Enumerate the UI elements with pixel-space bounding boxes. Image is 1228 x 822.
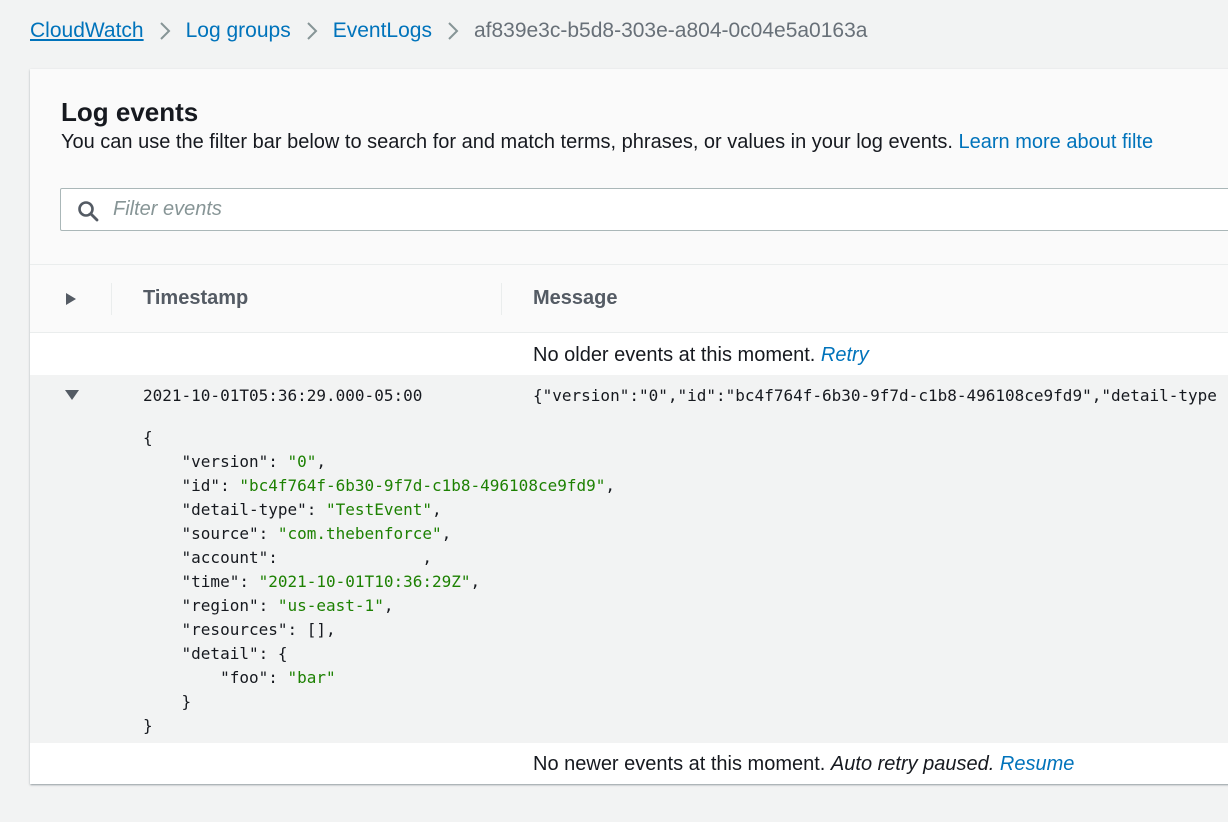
breadcrumb-log-stream: af839e3c-b5d8-303e-a804-0c04e5a0163a: [473, 19, 868, 42]
log-event-row[interactable]: 2021-10-01T05:36:29.000-05:00 {"version"…: [30, 375, 1228, 743]
page-title: Log events: [61, 97, 199, 127]
breadcrumb-log-groups[interactable]: Log groups: [186, 19, 291, 43]
table-header: Timestamp Message: [30, 264, 1228, 333]
newer-events-text: No newer events at this moment.: [533, 753, 831, 775]
event-timestamp: 2021-10-01T05:36:29.000-05:00: [143, 386, 423, 405]
breadcrumb-cloudwatch[interactable]: CloudWatch: [30, 19, 144, 43]
older-events-message: No older events at this moment. Retry: [533, 344, 869, 367]
caret-down-icon[interactable]: [64, 388, 80, 402]
column-header-timestamp[interactable]: Timestamp: [143, 287, 248, 310]
caret-right-icon[interactable]: [64, 291, 78, 307]
breadcrumb: CloudWatch Log groups EventLogs af839e3c…: [30, 16, 867, 46]
chevron-right-icon: [299, 21, 325, 41]
event-json-detail: { "version": "0", "id": "bc4f764f-6b30-9…: [143, 428, 616, 735]
newer-events-message: No newer events at this moment. Auto ret…: [533, 753, 1074, 776]
panel-description: You can use the filter bar below to sear…: [61, 131, 1153, 154]
column-divider[interactable]: [111, 283, 112, 315]
filter-bar[interactable]: [60, 188, 1228, 231]
retry-link[interactable]: Retry: [821, 344, 869, 366]
column-divider[interactable]: [501, 283, 502, 315]
newer-events-row: No newer events at this moment. Auto ret…: [30, 743, 1228, 784]
chevron-right-icon: [152, 21, 178, 41]
search-icon: [78, 201, 99, 222]
description-text: You can use the filter bar below to sear…: [61, 131, 959, 153]
chevron-right-icon: [440, 21, 466, 41]
older-events-text: No older events at this moment.: [533, 344, 821, 366]
column-header-message[interactable]: Message: [533, 287, 618, 310]
auto-retry-status: Auto retry paused.: [830, 753, 995, 775]
log-events-panel: Log events You can use the filter bar be…: [30, 69, 1228, 784]
panel-header: Log events You can use the filter bar be…: [30, 69, 1228, 264]
learn-more-link[interactable]: Learn more about filte: [959, 131, 1154, 153]
resume-link[interactable]: Resume: [1000, 753, 1074, 775]
older-events-row: No older events at this moment. Retry: [30, 333, 1228, 375]
event-message: {"version":"0","id":"bc4f764f-6b30-9f7d-…: [533, 386, 1217, 405]
filter-events-input[interactable]: [113, 189, 1213, 230]
breadcrumb-eventlogs[interactable]: EventLogs: [333, 19, 432, 43]
